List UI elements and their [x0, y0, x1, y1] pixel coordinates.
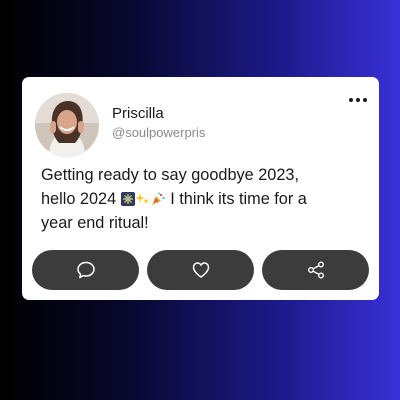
- avatar-photo: [35, 93, 99, 157]
- more-dot: [356, 98, 360, 102]
- like-button[interactable]: [147, 250, 254, 290]
- fireworks-icon: [120, 192, 135, 206]
- post-text-line2-end: I think its time for a: [170, 190, 307, 208]
- post-text-line3: year end ritual!: [41, 214, 149, 232]
- author-name[interactable]: Priscilla: [112, 105, 164, 122]
- post-text: Getting ready to say goodbye 2023, hello…: [41, 163, 361, 235]
- party-popper-icon: [151, 192, 165, 205]
- comment-icon: [76, 261, 95, 279]
- post-text-line1: Getting ready to say goodbye 2023,: [41, 166, 299, 184]
- author-handle[interactable]: @soulpowerpris: [112, 125, 205, 140]
- more-dot: [349, 98, 353, 102]
- heart-icon: [192, 262, 209, 278]
- share-icon: [307, 261, 324, 279]
- action-bar: [32, 250, 369, 290]
- post-text-line2-start: hello 2024: [41, 190, 117, 208]
- avatar[interactable]: [35, 93, 99, 157]
- share-button[interactable]: [262, 250, 369, 290]
- more-options-icon[interactable]: [349, 98, 367, 102]
- comment-button[interactable]: [32, 250, 139, 290]
- sparkles-icon: [135, 193, 149, 204]
- post-card: Priscilla @soulpowerpris Getting ready t…: [22, 77, 379, 300]
- more-dot: [363, 98, 367, 102]
